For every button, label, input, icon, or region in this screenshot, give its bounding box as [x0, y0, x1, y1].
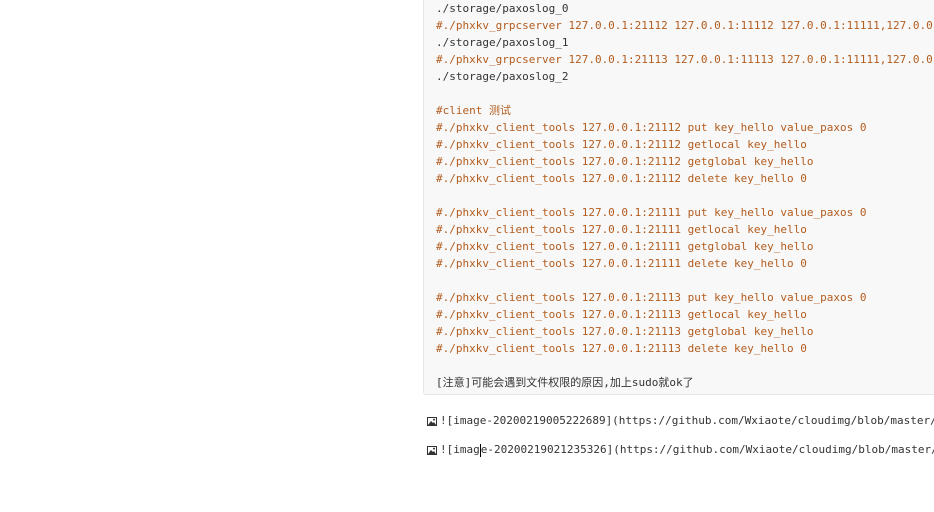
code-line: #./phxkv_client_tools 127.0.0.1:21112 ge… — [436, 138, 807, 151]
code-line: [注意]可能会遇到文件权限的原因,加上sudo就ok了 — [436, 376, 694, 389]
code-blank-line: ​ — [436, 272, 934, 289]
code-line: #./phxkv_client_tools 127.0.0.1:21113 de… — [436, 342, 807, 355]
markdown-image-text-end: e-20200219021235326](https://github.com/… — [480, 443, 934, 456]
markdown-image-line-2[interactable]: ![imag e-20200219021235326](https://githu… — [427, 441, 934, 459]
code-line: #./phxkv_client_tools 127.0.0.1:21111 pu… — [436, 206, 867, 219]
code-line: #client 测试 — [436, 104, 511, 117]
code-blank-line: ​ — [436, 187, 934, 204]
code-line: #./phxkv_client_tools 127.0.0.1:21111 de… — [436, 257, 807, 270]
code-line: #./phxkv_client_tools 127.0.0.1:21111 ge… — [436, 240, 814, 253]
code-line: #./phxkv_grpcserver 127.0.0.1:21112 127.… — [436, 19, 934, 32]
editor-left-pane — [0, 0, 423, 512]
code-line: #./phxkv_client_tools 127.0.0.1:21112 ge… — [436, 155, 814, 168]
code-line: #./phxkv_client_tools 127.0.0.1:21111 ge… — [436, 223, 807, 236]
code-line: ./storage/paxoslog_0 — [436, 2, 569, 15]
code-line: #./phxkv_client_tools 127.0.0.1:21112 de… — [436, 172, 807, 185]
code-line: ./storage/paxoslog_2 — [436, 70, 569, 83]
image-icon — [427, 445, 437, 455]
code-line: #./phxkv_client_tools 127.0.0.1:21113 pu… — [436, 291, 867, 304]
code-blank-line: ​ — [436, 85, 934, 102]
markdown-image-text: ![image-20200219005222689](https://githu… — [440, 414, 934, 427]
markdown-image-text-start: ![imag — [440, 443, 480, 456]
code-line: #./phxkv_grpcserver 127.0.0.1:21113 127.… — [436, 53, 934, 66]
code-line: #./phxkv_client_tools 127.0.0.1:21113 ge… — [436, 325, 814, 338]
image-icon — [427, 416, 437, 426]
code-line: #./phxkv_client_tools 127.0.0.1:21112 pu… — [436, 121, 867, 134]
code-block[interactable]: ./storage/paxoslog_0 #./phxkv_grpcserver … — [423, 0, 934, 395]
code-blank-line: ​ — [436, 357, 934, 374]
code-line: #./phxkv_client_tools 127.0.0.1:21113 ge… — [436, 308, 807, 321]
markdown-image-line-1[interactable]: ![image-20200219005222689](https://githu… — [427, 412, 934, 430]
code-line: ./storage/paxoslog_1 — [436, 36, 569, 49]
code-lines: ./storage/paxoslog_0 #./phxkv_grpcserver … — [436, 0, 934, 391]
